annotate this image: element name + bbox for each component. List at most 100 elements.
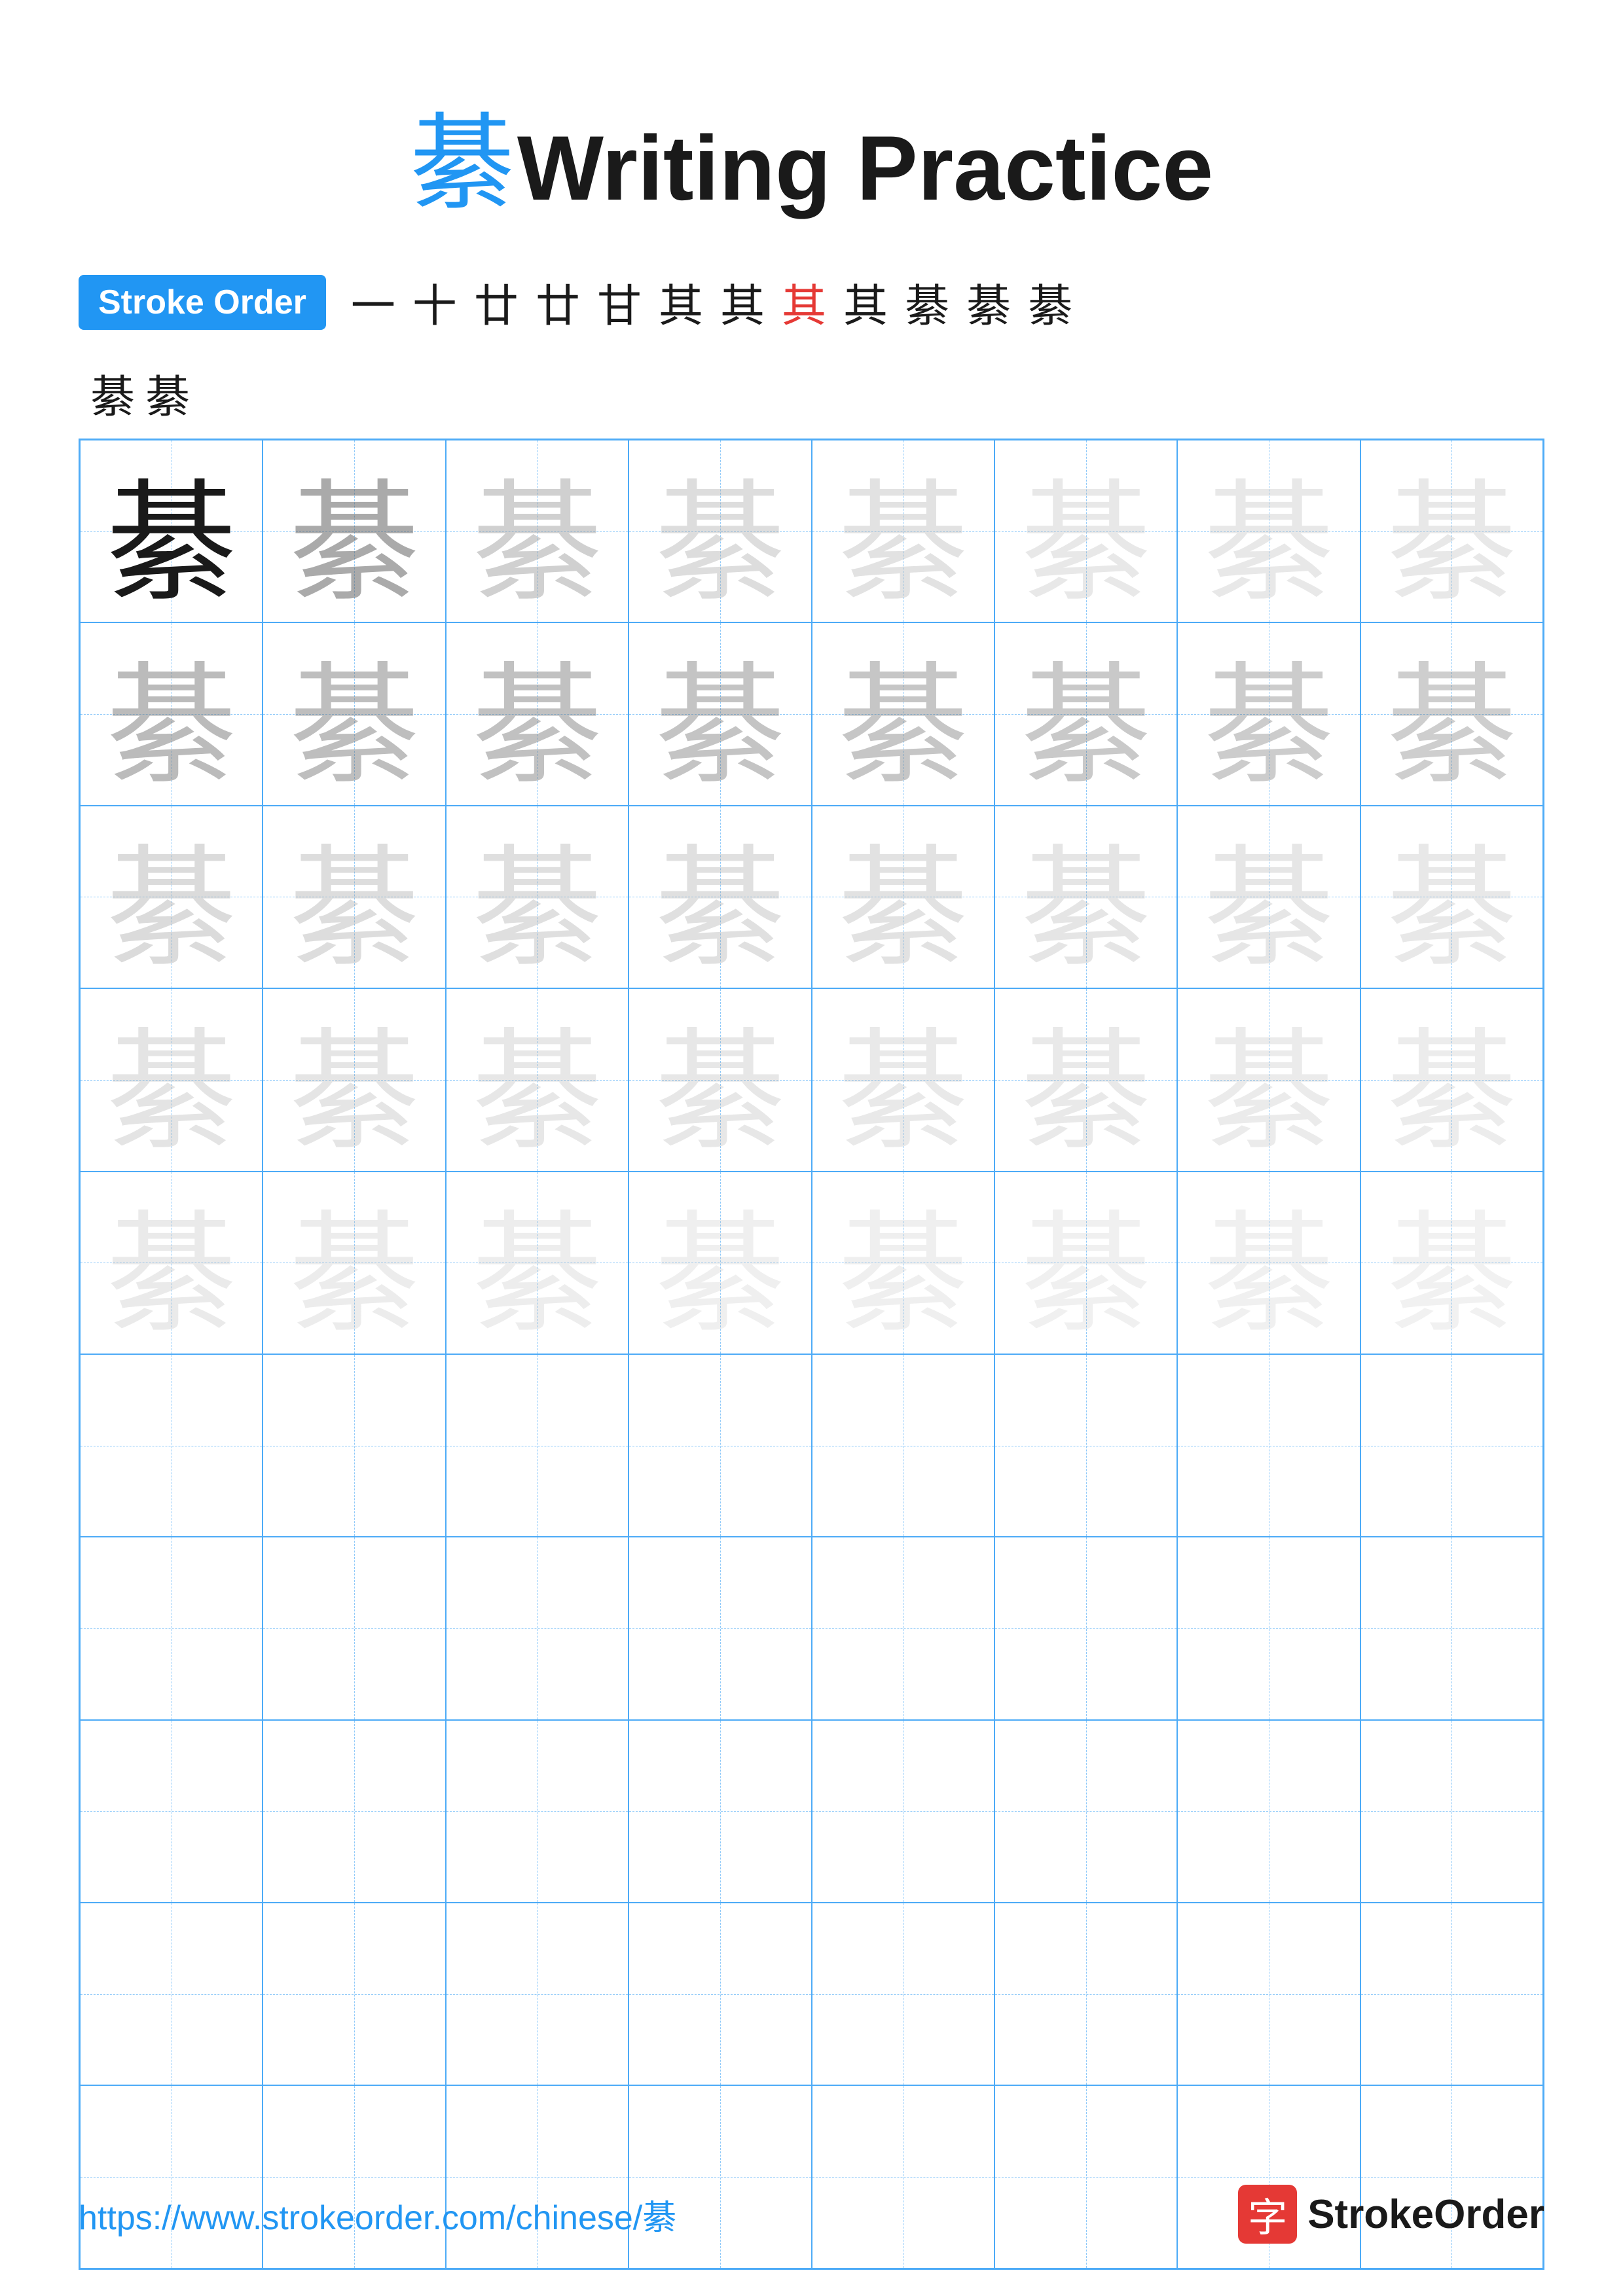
grid-cell-7-5 [994,1720,1177,1903]
practice-char: 綦 [837,440,968,622]
practice-char: 綦 [1386,806,1517,988]
grid-row-8 [80,1903,1543,2085]
stroke-char-11: 綦 [966,270,1011,334]
grid-row-3: 綦 綦 綦 綦 綦 綦 綦 綦 [80,988,1543,1171]
practice-char: 綦 [106,440,237,622]
grid-cell-8-1 [263,1903,445,2085]
logo-text: StrokeOrder [1307,2191,1544,2238]
grid-cell-7-1 [263,1720,445,1903]
stroke-order-row2: 綦 綦 [79,361,1544,425]
grid-cell-3-7: 綦 [1360,988,1543,1171]
grid-cell-5-6 [1177,1354,1360,1537]
footer-url[interactable]: https://www.strokeorder.com/chinese/綦 [79,2190,676,2239]
grid-cell-4-6: 綦 [1177,1172,1360,1354]
practice-char: 綦 [655,1172,786,1354]
logo-icon: 字 [1238,2185,1297,2244]
practice-char: 綦 [106,1172,237,1354]
grid-cell-0-0: 綦 [80,440,263,622]
stroke-char-3: 廿 [474,270,519,334]
grid-cell-6-1 [263,1537,445,1719]
grid-cell-1-7: 綦 [1360,622,1543,805]
logo-char: 字 [1248,2186,1287,2243]
grid-cell-2-5: 綦 [994,806,1177,988]
grid-cell-3-5: 綦 [994,988,1177,1171]
grid-row-4: 綦 綦 綦 綦 綦 綦 綦 綦 [80,1172,1543,1354]
title-section: 綦 Writing Practice [79,79,1544,230]
footer: https://www.strokeorder.com/chinese/綦 字 … [79,2185,1544,2244]
grid-cell-6-5 [994,1537,1177,1719]
stroke-char-6: 其 [659,270,703,334]
grid-cell-7-2 [446,1720,629,1903]
stroke-char-2: 十 [412,270,457,334]
grid-row-5 [80,1354,1543,1537]
grid-cell-0-7: 綦 [1360,440,1543,622]
grid-cell-0-2: 綦 [446,440,629,622]
grid-cell-1-0: 綦 [80,622,263,805]
grid-cell-2-1: 綦 [263,806,445,988]
grid-cell-7-6 [1177,1720,1360,1903]
stroke-order-badge: Stroke Order [79,275,326,330]
practice-char: 綦 [1021,622,1152,805]
grid-cell-3-1: 綦 [263,988,445,1171]
grid-cell-4-1: 綦 [263,1172,445,1354]
grid-cell-6-6 [1177,1537,1360,1719]
grid-row-7 [80,1720,1543,1903]
grid-row-0: 綦 綦 綦 綦 綦 綦 綦 綦 [80,440,1543,622]
grid-cell-4-7: 綦 [1360,1172,1543,1354]
practice-char: 綦 [837,988,968,1171]
practice-char: 綦 [106,622,237,805]
grid-cell-4-2: 綦 [446,1172,629,1354]
grid-cell-3-6: 綦 [1177,988,1360,1171]
grid-cell-2-2: 綦 [446,806,629,988]
grid-cell-0-4: 綦 [812,440,994,622]
practice-char: 綦 [1021,1172,1152,1354]
grid-cell-4-5: 綦 [994,1172,1177,1354]
stroke-char-4: 廿 [536,270,580,334]
practice-grid: 綦 綦 綦 綦 綦 綦 綦 綦 [79,439,1544,2270]
grid-cell-0-5: 綦 [994,440,1177,622]
grid-cell-4-4: 綦 [812,1172,994,1354]
grid-cell-3-0: 綦 [80,988,263,1171]
grid-cell-5-7 [1360,1354,1543,1537]
grid-cell-8-5 [994,1903,1177,2085]
grid-cell-8-4 [812,1903,994,2085]
footer-logo: 字 StrokeOrder [1238,2185,1544,2244]
practice-char: 綦 [289,988,420,1171]
practice-char: 綦 [471,806,602,988]
grid-cell-7-0 [80,1720,263,1903]
stroke-char-12: 綦 [1028,270,1072,334]
grid-cell-0-1: 綦 [263,440,445,622]
title-text: Writing Practice [517,117,1213,219]
practice-char: 綦 [106,806,237,988]
practice-char: 綦 [1203,806,1334,988]
grid-cell-8-3 [629,1903,811,2085]
grid-cell-8-2 [446,1903,629,2085]
stroke-char-14: 綦 [145,361,190,425]
practice-char: 綦 [655,622,786,805]
grid-row-6 [80,1537,1543,1719]
grid-row-2: 綦 綦 綦 綦 綦 綦 綦 綦 [80,806,1543,988]
practice-char: 綦 [471,1172,602,1354]
practice-char: 綦 [1203,1172,1334,1354]
practice-char: 綦 [1021,440,1152,622]
practice-char: 綦 [1386,622,1517,805]
grid-cell-7-3 [629,1720,811,1903]
stroke-char-13: 綦 [90,361,135,425]
practice-char: 綦 [655,988,786,1171]
grid-cell-6-3 [629,1537,811,1719]
grid-cell-8-7 [1360,1903,1543,2085]
practice-char: 綦 [655,806,786,988]
practice-char: 綦 [106,988,237,1171]
grid-cell-7-4 [812,1720,994,1903]
grid-cell-0-6: 綦 [1177,440,1360,622]
grid-cell-2-3: 綦 [629,806,811,988]
stroke-order-section: Stroke Order 一 十 廿 廿 甘 其 其 其 其 綦 綦 綦 [79,270,1544,334]
grid-cell-1-3: 綦 [629,622,811,805]
grid-cell-5-2 [446,1354,629,1537]
stroke-char-5: 甘 [597,270,642,334]
grid-cell-5-3 [629,1354,811,1537]
grid-cell-6-7 [1360,1537,1543,1719]
stroke-char-10: 綦 [905,270,949,334]
grid-cell-6-2 [446,1537,629,1719]
grid-cell-7-7 [1360,1720,1543,1903]
